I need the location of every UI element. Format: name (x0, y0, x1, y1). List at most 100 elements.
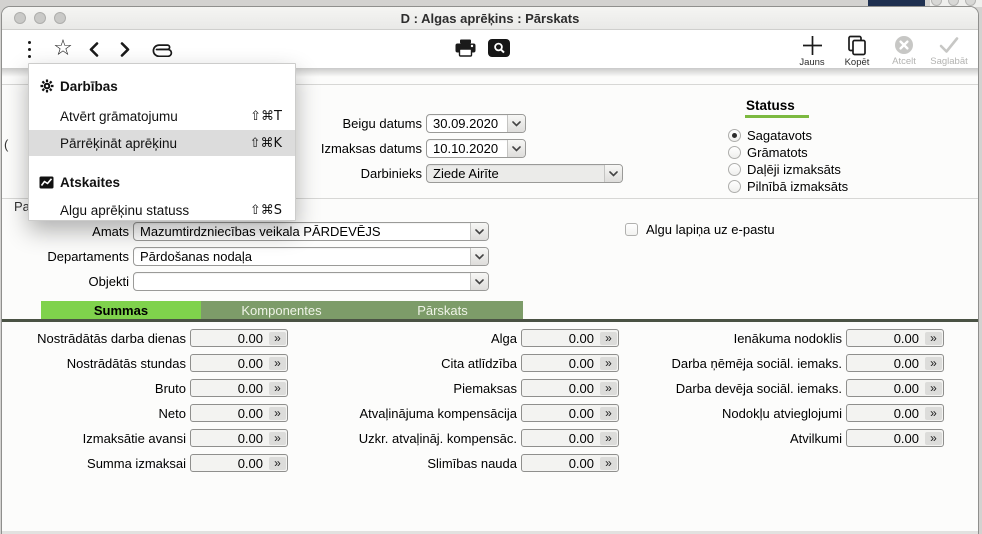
title-bar: D : Algas aprēķins : Pārskats (2, 7, 978, 30)
employee-select[interactable]: Ziede Airīte (426, 164, 623, 183)
bruto-field[interactable]: 0.00 » (190, 379, 288, 397)
chevron-down-icon (470, 248, 488, 265)
position-select[interactable]: Mazumtirdzniecības veikala PĀRDEVĒJS (133, 222, 489, 241)
new-record-button[interactable]: Jauns (789, 35, 835, 69)
email-payslip-checkbox[interactable] (625, 223, 638, 236)
forward-icon[interactable] (117, 40, 133, 58)
salary-value: 0.00 (568, 330, 594, 346)
search-icon[interactable] (488, 39, 510, 57)
menu-item-algu-aprekinu-statuss[interactable]: Algu aprēķinu statuss ⇧⌘S (29, 198, 295, 222)
department-label: Departaments (47, 249, 129, 264)
tax-reliefs-field[interactable]: 0.00 » (846, 404, 944, 422)
expand-icon[interactable]: » (269, 331, 286, 345)
tab-parskats[interactable]: Pārskats (362, 301, 523, 319)
expand-icon[interactable]: » (600, 331, 617, 345)
expand-icon[interactable]: » (600, 456, 617, 470)
cancel-circle-icon (894, 35, 914, 55)
menu-item-atvert-gramatojumu[interactable]: Atvērt grāmatojumu ⇧⌘T (29, 104, 295, 128)
radio-sagatavots[interactable] (728, 129, 741, 142)
expand-icon[interactable]: » (600, 431, 617, 445)
new-record-label: Jauns (799, 57, 825, 68)
chart-icon (38, 176, 55, 189)
menu-item-parrekinat-aprekinu[interactable]: Pārrēķināt aprēķinu ⇧⌘K (29, 130, 295, 156)
edge-fragment: ( (4, 137, 9, 152)
cancel-button[interactable]: Atcelt (881, 35, 927, 69)
menu-item-label: Algu aprēķinu statuss (60, 202, 190, 218)
expand-icon[interactable]: » (269, 456, 286, 470)
expand-icon[interactable]: » (925, 331, 942, 345)
copy-record-button[interactable]: Kopēt (834, 35, 880, 69)
expand-icon[interactable]: » (269, 431, 286, 445)
kebab-menu-icon[interactable] (22, 37, 36, 61)
employee-value: Ziede Airīte (433, 166, 499, 181)
employee-social-value: 0.00 (893, 355, 919, 371)
expand-icon[interactable]: » (925, 381, 942, 395)
employer-social-field[interactable]: 0.00 » (846, 379, 944, 397)
expand-icon[interactable]: » (600, 381, 617, 395)
income-tax-field[interactable]: 0.00 » (846, 329, 944, 347)
print-icon[interactable] (454, 38, 476, 58)
neto-field[interactable]: 0.00 » (190, 404, 288, 422)
expand-icon[interactable]: » (600, 356, 617, 370)
worked-hours-field[interactable]: 0.00 » (190, 354, 288, 372)
bonuses-field[interactable]: 0.00 » (521, 379, 619, 397)
expand-icon[interactable]: » (269, 381, 286, 395)
salary-field[interactable]: 0.00 » (521, 329, 619, 347)
menu-header-atskaites: Atskaites (29, 170, 295, 194)
payment-date-select[interactable]: 10.10.2020 (426, 139, 526, 158)
vacation-compensation-field[interactable]: 0.00 » (521, 404, 619, 422)
paid-advances-label: Izmaksātie avansi (82, 430, 186, 446)
bruto-label: Bruto (154, 380, 186, 396)
tab-komponentes-label: Komponentes (241, 302, 322, 318)
accrued-vacation-comp-field[interactable]: 0.00 » (521, 429, 619, 447)
bonuses-label: Piemaksas (453, 380, 517, 396)
radio-gramatots[interactable] (728, 146, 741, 159)
expand-icon[interactable]: » (269, 406, 286, 420)
window-title: D : Algas aprēķins : Pārskats (400, 11, 580, 26)
tab-komponentes[interactable]: Komponentes (201, 301, 362, 319)
position-value: Mazumtirdzniecības veikala PĀRDEVĒJS (140, 224, 381, 239)
bonuses-value: 0.00 (568, 380, 594, 396)
tab-underline (2, 319, 978, 322)
expand-icon[interactable]: » (925, 356, 942, 370)
deductions-field[interactable]: 0.00 » (846, 429, 944, 447)
expand-icon[interactable]: » (600, 406, 617, 420)
employee-social-label: Darba ņēmēja sociāl. iemaks. (671, 355, 842, 371)
radio-pilniba-izmaksats[interactable] (728, 180, 741, 193)
department-value: Pārdošanas nodaļa (140, 249, 253, 264)
status-title: Statuss (746, 98, 795, 113)
paid-advances-field[interactable]: 0.00 » (190, 429, 288, 447)
menu-item-shortcut: ⇧⌘S (249, 202, 282, 218)
email-payslip-label: Algu lapiņa uz e-pastu (646, 222, 775, 237)
favorite-star-icon[interactable]: ☆ (50, 38, 76, 60)
paperclip-icon[interactable] (150, 40, 178, 58)
expand-icon[interactable]: » (925, 406, 942, 420)
accrued-vacation-comp-value: 0.00 (568, 430, 594, 446)
chevron-down-icon (507, 140, 525, 157)
back-icon[interactable] (86, 40, 102, 58)
salary-label: Alga (490, 330, 517, 346)
amount-payable-field[interactable]: 0.00 » (190, 454, 288, 472)
tax-reliefs-value: 0.00 (893, 405, 919, 421)
expand-icon[interactable]: » (269, 356, 286, 370)
worked-days-field[interactable]: 0.00 » (190, 329, 288, 347)
expand-icon[interactable]: » (925, 431, 942, 445)
worked-hours-value: 0.00 (237, 355, 263, 371)
save-button[interactable]: Saglabāt (926, 35, 972, 69)
department-select[interactable]: Pārdošanas nodaļa (133, 247, 489, 266)
employee-social-field[interactable]: 0.00 » (846, 354, 944, 372)
chevron-down-icon (604, 165, 622, 182)
radio-daleji-izmaksats-label: Daļēji izmaksāts (747, 162, 841, 177)
end-date-select[interactable]: 30.09.2020 (426, 114, 526, 133)
other-remuneration-field[interactable]: 0.00 » (521, 354, 619, 372)
accrued-vacation-comp-label: Uzkr. atvaļināj. kompensāc. (358, 430, 517, 446)
radio-daleji-izmaksats[interactable] (728, 163, 741, 176)
menu-item-label: Atvērt grāmatojumu (60, 108, 178, 124)
plus-icon (802, 35, 823, 56)
objects-select[interactable] (133, 272, 489, 291)
tab-summas[interactable]: Summas (41, 301, 201, 319)
sick-pay-field[interactable]: 0.00 » (521, 454, 619, 472)
neto-label: Neto (158, 405, 186, 421)
copy-record-label: Kopēt (844, 57, 870, 68)
cancel-label: Atcelt (892, 56, 916, 67)
